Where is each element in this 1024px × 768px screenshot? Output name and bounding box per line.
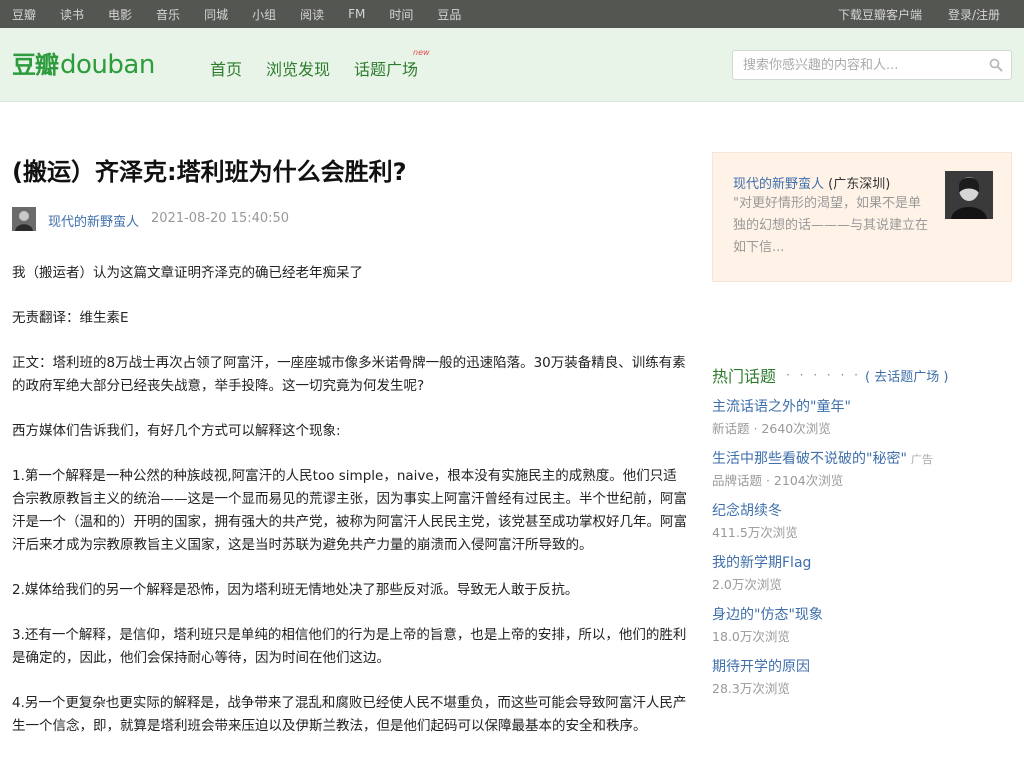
article-paragraph: 西方媒体们告诉我们，有好几个方式可以解释这个现象: bbox=[12, 423, 341, 439]
profile-photo[interactable] bbox=[945, 171, 993, 219]
article-paragraph: 我（搬运者）认为这篇文章证明齐泽克的确已经老年痴呆了 bbox=[12, 265, 363, 281]
ad-label: 广告 bbox=[910, 453, 933, 466]
post-time: 2021-08-20 15:40:50 bbox=[151, 211, 290, 226]
logo-en-text: douban bbox=[60, 50, 155, 80]
top-nav-fm[interactable]: FM bbox=[348, 7, 365, 21]
profile-name-link[interactable]: 现代的新野蛮人 bbox=[733, 177, 824, 192]
hot-topic-title[interactable]: 生活中那些看破不说破的"秘密" bbox=[712, 451, 907, 467]
logo-cn-text: 豆瓣 bbox=[12, 51, 59, 79]
top-nav-book[interactable]: 读书 bbox=[60, 6, 84, 23]
top-nav-group[interactable]: 小组 bbox=[252, 6, 276, 23]
hot-topic-item: 生活中那些看破不说破的"秘密" 广告 品牌话题 · 2104次浏览 bbox=[712, 449, 1012, 491]
nav-home[interactable]: 首页 bbox=[210, 56, 242, 80]
top-nav-music[interactable]: 音乐 bbox=[156, 6, 180, 23]
hot-topic-item: 我的新学期Flag 2.0万次浏览 bbox=[712, 553, 1012, 595]
nav-topics[interactable]: 话题广场 bbox=[354, 56, 418, 80]
hot-topic-meta: 2.0万次浏览 bbox=[712, 577, 782, 592]
hot-topic-item: 期待开学的原因 28.3万次浏览 bbox=[712, 657, 1012, 699]
hot-topic-item: 纪念胡续冬 411.5万次浏览 bbox=[712, 501, 1012, 543]
hot-topic-title[interactable]: 主流话语之外的"童年" bbox=[712, 399, 851, 415]
article-paragraph: 4.另一个更复杂也更实际的解释是，战争带来了混乱和腐败已经使人民不堪重负，而这些… bbox=[12, 695, 687, 734]
hot-topic-title[interactable]: 身边的"仿态"现象 bbox=[712, 607, 823, 623]
article-content: 我（搬运者）认为这篇文章证明齐泽克的确已经老年痴呆了 无责翻译：维生素E 正文：… bbox=[12, 262, 688, 760]
article-paragraph: 1.第一个解释是一种公然的种族歧视,阿富汗的人民too simple，naive… bbox=[12, 468, 687, 553]
main-nav: 首页 浏览发现 话题广场 bbox=[210, 56, 442, 80]
search-box bbox=[732, 50, 1012, 80]
author-name-link[interactable]: 现代的新野蛮人 bbox=[48, 211, 139, 230]
author-profile-card: 现代的新野蛮人 (广东深圳) "对更好情形的渴望，如果不是单独的幻想的话———与… bbox=[712, 152, 1012, 282]
article-title: (搬运）齐泽克:塔利班为什么会胜利? bbox=[12, 158, 407, 186]
hot-topics-title: 热门话题 bbox=[712, 367, 777, 386]
hot-topic-meta: 411.5万次浏览 bbox=[712, 525, 798, 540]
article-paragraph: 2.媒体给我们的另一个解释是恐怖，因为塔利班无情地处决了那些反对派。导致无人敢于… bbox=[12, 582, 579, 598]
hot-topic-item: 主流话语之外的"童年" 新话题 · 2640次浏览 bbox=[712, 397, 1012, 439]
top-nav-local[interactable]: 同城 bbox=[204, 6, 228, 23]
hot-topic-meta: 18.0万次浏览 bbox=[712, 629, 790, 644]
hot-topic-meta: 28.3万次浏览 bbox=[712, 681, 790, 696]
search-input[interactable] bbox=[743, 56, 973, 74]
hot-topics-dots: · · · · · · bbox=[786, 368, 861, 382]
top-nav-movie[interactable]: 电影 bbox=[108, 6, 132, 23]
hot-topic-meta: 品牌话题 · 2104次浏览 bbox=[712, 473, 844, 488]
go-topics-square-link[interactable]: ( 去话题广场 ) bbox=[865, 366, 948, 385]
top-nav-time[interactable]: 时间 bbox=[389, 6, 413, 23]
site-header: 豆瓣 douban 首页 浏览发现 话题广场 new bbox=[0, 28, 1024, 102]
top-nav-right: 下载豆瓣客户端 登录/注册 bbox=[812, 0, 1000, 28]
author-avatar[interactable] bbox=[12, 207, 36, 231]
profile-name-line: 现代的新野蛮人 (广东深圳) bbox=[733, 173, 890, 192]
profile-quote: "对更好情形的渴望，如果不是单独的幻想的话———与其说建立在如下信... bbox=[733, 196, 929, 255]
login-register-link[interactable]: 登录/注册 bbox=[948, 6, 1000, 23]
top-nav-bar: 豆瓣 读书 电影 音乐 同城 小组 阅读 FM 时间 豆品 下载豆瓣客户端 登录… bbox=[0, 0, 1024, 28]
top-nav-douban[interactable]: 豆瓣 bbox=[12, 6, 36, 23]
hot-topic-item: 身边的"仿态"现象 18.0万次浏览 bbox=[712, 605, 1012, 647]
top-nav-left: 豆瓣 读书 电影 音乐 同城 小组 阅读 FM 时间 豆品 bbox=[12, 0, 485, 28]
article-paragraph: 无责翻译：维生素E bbox=[12, 310, 129, 326]
article-paragraph: 正文：塔利班的8万战士再次占领了阿富汗，一座座城市像多米诺骨牌一般的迅速陷落。3… bbox=[12, 355, 686, 394]
hot-topic-title[interactable]: 期待开学的原因 bbox=[712, 659, 810, 675]
hot-topics-header: 热门话题 · · · · · · ( 去话题广场 ) bbox=[712, 364, 1012, 386]
new-badge: new bbox=[413, 48, 430, 57]
download-app-link[interactable]: 下载豆瓣客户端 bbox=[838, 6, 922, 23]
article-paragraph: 3.还有一个解释，是信仰，塔利班只是单纯的相信他们的行为是上帝的旨意，也是上帝的… bbox=[12, 627, 687, 666]
hot-topic-meta: 新话题 · 2640次浏览 bbox=[712, 421, 831, 436]
top-nav-market[interactable]: 豆品 bbox=[437, 6, 461, 23]
hot-topic-title[interactable]: 我的新学期Flag bbox=[712, 555, 811, 571]
nav-explore[interactable]: 浏览发现 bbox=[266, 56, 330, 80]
top-nav-read[interactable]: 阅读 bbox=[300, 6, 324, 23]
search-icon[interactable] bbox=[989, 58, 1003, 72]
profile-location: (广东深圳) bbox=[828, 177, 891, 192]
hot-topic-title[interactable]: 纪念胡续冬 bbox=[712, 503, 782, 519]
douban-logo[interactable]: 豆瓣 douban bbox=[12, 48, 155, 80]
